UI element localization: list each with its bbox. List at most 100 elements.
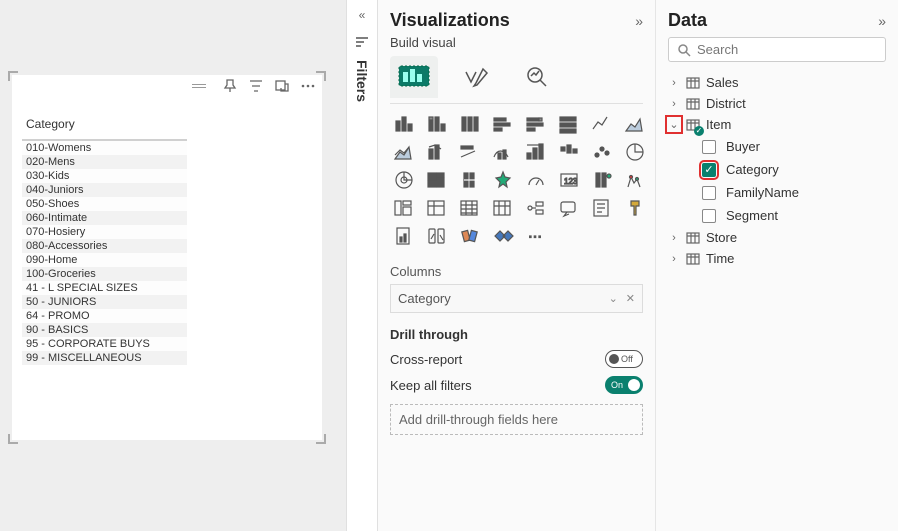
chevron-right-icon[interactable]: ›	[668, 98, 680, 110]
viz-type-icon[interactable]	[390, 140, 418, 164]
table-row[interactable]: 090-Home	[22, 253, 187, 267]
field-familyname[interactable]: FamilyName	[668, 181, 886, 204]
keep-filters-label: Keep all filters	[390, 378, 472, 393]
viz-type-icon[interactable]	[456, 168, 484, 192]
viz-type-icon[interactable]	[390, 224, 418, 248]
data-title: Data	[668, 10, 707, 31]
table-row[interactable]: 95 - CORPORATE BUYS	[22, 337, 187, 351]
table-node-item[interactable]: ⌄Item	[668, 114, 886, 135]
table-row[interactable]: 070-Hosiery	[22, 225, 187, 239]
chevron-right-icon[interactable]: ›	[668, 232, 680, 244]
viz-type-icon[interactable]	[390, 196, 418, 220]
viz-type-icon[interactable]	[489, 224, 517, 248]
viz-type-icon[interactable]	[489, 168, 517, 192]
viz-type-icon[interactable]	[588, 196, 616, 220]
table-row[interactable]: 060-Intimate	[22, 211, 187, 225]
field-checkbox[interactable]	[702, 209, 716, 223]
collapse-right-icon[interactable]: »	[878, 13, 886, 29]
svg-text:⋯: ⋯	[528, 228, 542, 244]
filters-pane-collapsed[interactable]: « Filters	[346, 0, 378, 531]
search-icon	[677, 43, 691, 57]
table-row[interactable]: 90 - BASICS	[22, 323, 187, 337]
viz-type-icon[interactable]	[588, 112, 616, 136]
columns-fieldwell[interactable]: Category ⌄ ✕	[390, 284, 643, 313]
viz-type-icon[interactable]	[423, 112, 451, 136]
viz-type-icon[interactable]	[522, 140, 550, 164]
focus-mode-icon[interactable]	[274, 78, 290, 94]
field-category[interactable]: ✓Category	[668, 158, 886, 181]
viz-type-icon[interactable]	[456, 140, 484, 164]
tab-format[interactable]	[452, 56, 500, 98]
field-checkbox[interactable]	[702, 186, 716, 200]
table-node-time[interactable]: ›Time	[668, 248, 886, 269]
collapse-right-icon[interactable]: »	[635, 13, 643, 29]
table-row[interactable]: 41 - L SPECIAL SIZES	[22, 281, 187, 295]
expand-left-icon[interactable]: «	[359, 8, 366, 22]
table-row[interactable]: 020-Mens	[22, 155, 187, 169]
field-checkbox[interactable]: ✓	[702, 163, 716, 177]
table-row[interactable]: 080-Accessories	[22, 239, 187, 253]
table-row[interactable]: 050-Shoes	[22, 197, 187, 211]
search-input[interactable]: Search	[668, 37, 886, 62]
viz-type-icon[interactable]	[489, 140, 517, 164]
chevron-down-icon[interactable]: ⌄	[609, 292, 618, 305]
table-row[interactable]: 99 - MISCELLANEOUS	[22, 351, 187, 365]
viz-type-icon[interactable]	[621, 112, 649, 136]
filter-icon[interactable]	[248, 78, 264, 94]
viz-type-icon[interactable]: ⋯	[522, 224, 550, 248]
chevron-right-icon[interactable]: ›	[668, 253, 680, 265]
viz-type-icon[interactable]	[588, 140, 616, 164]
table-node-sales[interactable]: ›Sales	[668, 72, 886, 93]
table-row[interactable]: 64 - PROMO	[22, 309, 187, 323]
more-options-icon[interactable]	[300, 78, 316, 94]
table-row[interactable]: 030-Kids	[22, 169, 187, 183]
field-checkbox[interactable]	[702, 140, 716, 154]
viz-type-icon[interactable]	[588, 168, 616, 192]
table-row[interactable]: 50 - JUNIORS	[22, 295, 187, 309]
table-row[interactable]: 100-Groceries	[22, 267, 187, 281]
viz-type-icon[interactable]	[621, 168, 649, 192]
pin-icon[interactable]	[222, 78, 238, 94]
table-node-store[interactable]: ›Store	[668, 227, 886, 248]
viz-type-icon[interactable]	[390, 112, 418, 136]
remove-field-icon[interactable]: ✕	[626, 292, 635, 305]
drag-handle-icon[interactable]	[192, 79, 206, 93]
viz-type-icon[interactable]	[423, 140, 451, 164]
filters-icon	[355, 36, 369, 48]
drill-through-dropzone[interactable]: Add drill-through fields here	[390, 404, 643, 435]
table-row[interactable]: 040-Juniors	[22, 183, 187, 197]
viz-type-icon[interactable]	[489, 112, 517, 136]
viz-type-icon[interactable]	[555, 140, 583, 164]
column-header[interactable]: Category	[22, 111, 187, 140]
viz-type-icon[interactable]	[621, 140, 649, 164]
viz-type-icon[interactable]	[423, 224, 451, 248]
viz-type-icon[interactable]	[522, 168, 550, 192]
viz-type-icon[interactable]	[456, 224, 484, 248]
keep-filters-toggle[interactable]: On	[605, 376, 643, 394]
viz-type-icon[interactable]	[423, 168, 451, 192]
viz-type-icon[interactable]	[522, 196, 550, 220]
table-visual[interactable]: Category 010-Womens020-Mens030-Kids040-J…	[12, 75, 322, 440]
table-row[interactable]: 010-Womens	[22, 140, 187, 155]
viz-type-icon[interactable]: 123	[555, 168, 583, 192]
viz-type-icon[interactable]	[423, 196, 451, 220]
viz-type-icon[interactable]	[390, 168, 418, 192]
report-canvas[interactable]: Category 010-Womens020-Mens030-Kids040-J…	[0, 0, 346, 531]
cross-report-label: Cross-report	[390, 352, 462, 367]
viz-type-icon[interactable]	[489, 196, 517, 220]
viz-type-icon[interactable]	[555, 112, 583, 136]
viz-type-icon[interactable]	[456, 112, 484, 136]
tab-analytics[interactable]	[514, 56, 562, 98]
tab-build[interactable]	[390, 56, 438, 98]
viz-type-icon[interactable]	[555, 196, 583, 220]
table-node-district[interactable]: ›District	[668, 93, 886, 114]
viz-type-icon[interactable]	[522, 112, 550, 136]
field-segment[interactable]: Segment	[668, 204, 886, 227]
chevron-down-icon[interactable]: ⌄	[668, 118, 680, 131]
cross-report-toggle[interactable]: Off	[605, 350, 643, 368]
chevron-right-icon[interactable]: ›	[668, 77, 680, 89]
field-buyer[interactable]: Buyer	[668, 135, 886, 158]
viz-type-icon[interactable]	[456, 196, 484, 220]
viz-type-icon[interactable]	[621, 196, 649, 220]
selection-corner	[316, 71, 326, 81]
